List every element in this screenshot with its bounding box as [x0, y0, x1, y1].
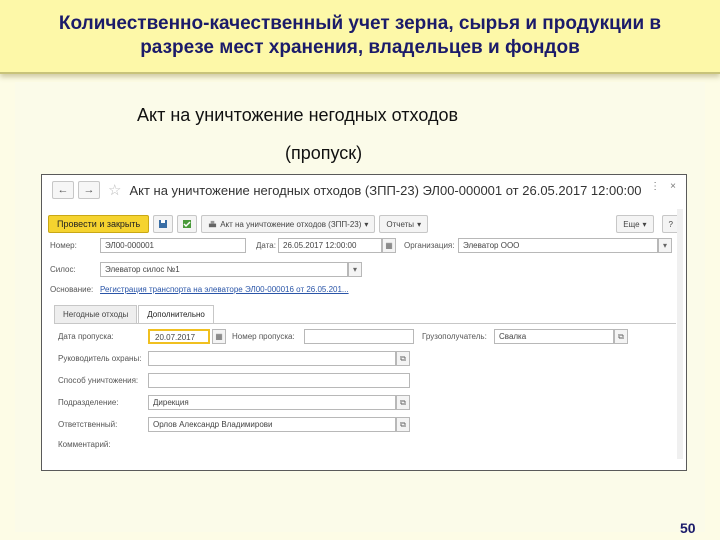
- more-label: Еще: [623, 219, 640, 229]
- pass-date-label: Дата пропуска:: [58, 332, 114, 341]
- printer-icon: [209, 220, 217, 227]
- calendar-icon[interactable]: ▦: [382, 238, 396, 253]
- open-icon[interactable]: ⧉: [396, 351, 410, 366]
- additional-tab-panel: Дата пропуска: 20.07.2017 ▦ Номер пропус…: [54, 323, 676, 453]
- basis-link[interactable]: Регистрация транспорта на элеваторе ЭЛ00…: [100, 285, 349, 294]
- responsible-label: Ответственный:: [58, 420, 118, 429]
- organization-field[interactable]: Элеватор ООО: [458, 238, 658, 253]
- date-field[interactable]: 26.05.2017 12:00:00: [278, 238, 382, 253]
- close-icon[interactable]: ×: [670, 181, 676, 192]
- responsible-field[interactable]: Орлов Александр Владимирови: [148, 417, 396, 432]
- window-titlebar: ← → ☆ Акт на уничтожение негодных отходо…: [42, 175, 686, 205]
- toolbar: Провести и закрыть Акт на уничтожение от…: [42, 213, 686, 235]
- consignee-field[interactable]: Свалка: [494, 329, 614, 344]
- security-head-field[interactable]: [148, 351, 396, 366]
- page-number: 50: [680, 520, 696, 536]
- form-row-pass: Дата пропуска: 20.07.2017 ▦ Номер пропус…: [54, 328, 676, 346]
- post-and-close-button[interactable]: Провести и закрыть: [48, 215, 150, 233]
- organization-label: Организация:: [404, 241, 455, 250]
- reports-label: Отчеты: [386, 219, 415, 229]
- star-icon[interactable]: ☆: [108, 181, 121, 199]
- number-label: Номер:: [50, 241, 77, 250]
- more-button[interactable]: Еще ▾: [616, 215, 654, 233]
- department-label: Подразделение:: [58, 398, 119, 407]
- slide-title-line1: Количественно-качественный учет зерна, с…: [58, 13, 662, 34]
- department-field[interactable]: Дирекция: [148, 395, 396, 410]
- silo-dropdown-icon[interactable]: ▾: [348, 262, 362, 277]
- destruction-method-field[interactable]: [148, 373, 410, 388]
- back-arrow-icon[interactable]: ←: [52, 181, 74, 199]
- tab-additional[interactable]: Дополнительно: [138, 305, 214, 323]
- scrollbar[interactable]: [677, 209, 683, 459]
- pass-date-value: 20.07.2017: [155, 333, 196, 342]
- consignee-label: Грузополучатель:: [422, 332, 487, 341]
- header-row-silo: Силос: Элеватор силос №1 ▾: [42, 261, 686, 279]
- form-row-comment: Комментарий:: [54, 436, 676, 454]
- pass-date-field[interactable]: 20.07.2017: [148, 329, 210, 344]
- slide-title: Количественно-качественный учет зерна, с…: [0, 0, 720, 74]
- form-row-method: Способ уничтожения:: [54, 372, 676, 390]
- save-icon[interactable]: [153, 215, 174, 233]
- calendar-icon[interactable]: ▦: [212, 329, 226, 344]
- header-row-basis: Основание: Регистрация транспорта на эле…: [42, 281, 686, 299]
- chevron-down-icon: ▾: [642, 219, 647, 229]
- open-icon[interactable]: ⧉: [614, 329, 628, 344]
- chevron-down-icon: ▾: [364, 219, 369, 229]
- tab-defective-waste[interactable]: Негодные отходы: [54, 305, 138, 323]
- post-icon[interactable]: [177, 215, 198, 233]
- header-row-number: Номер: ЭЛ00-000001 Дата: 26.05.2017 12:0…: [42, 237, 686, 255]
- org-dropdown-icon[interactable]: ▾: [658, 238, 672, 253]
- slide-title-line2: разрезе мест хранения, владельцев и фонд…: [140, 37, 580, 58]
- more-icon[interactable]: ⋮: [650, 181, 660, 192]
- pass-number-label: Номер пропуска:: [232, 332, 295, 341]
- date-label: Дата:: [256, 241, 276, 250]
- pass-number-field[interactable]: [304, 329, 414, 344]
- chevron-down-icon: ▾: [417, 219, 422, 229]
- window-title: Акт на уничтожение негодных отходов (ЗПП…: [129, 182, 642, 198]
- silo-field[interactable]: Элеватор силос №1: [100, 262, 348, 277]
- destruction-method-label: Способ уничтожения:: [58, 376, 139, 385]
- silo-label: Силос:: [50, 265, 76, 274]
- form-row-department: Подразделение: Дирекция ⧉: [54, 394, 676, 412]
- slide-heading: Акт на уничтожение негодных отходов: [137, 105, 459, 125]
- open-icon[interactable]: ⧉: [396, 395, 410, 410]
- document-window: ← → ☆ Акт на уничтожение негодных отходо…: [41, 174, 687, 471]
- number-field[interactable]: ЭЛ00-000001: [100, 238, 246, 253]
- reports-button[interactable]: Отчеты ▾: [379, 215, 429, 233]
- print-act-button[interactable]: Акт на уничтожение отходов (ЗПП-23) ▾: [201, 215, 376, 233]
- tab-bar: Негодные отходы Дополнительно: [54, 305, 215, 323]
- forward-arrow-icon[interactable]: →: [78, 181, 100, 199]
- form-row-responsible: Ответственный: Орлов Александр Владимиро…: [54, 416, 676, 434]
- open-icon[interactable]: ⧉: [396, 417, 410, 432]
- basis-label: Основание:: [50, 285, 94, 294]
- form-row-security: Руководитель охраны: ⧉: [54, 350, 676, 368]
- print-act-label: Акт на уничтожение отходов (ЗПП-23): [220, 219, 362, 229]
- comment-label: Комментарий:: [58, 440, 111, 449]
- slide-subheading: (пропуск): [285, 143, 363, 163]
- security-head-label: Руководитель охраны:: [58, 354, 142, 363]
